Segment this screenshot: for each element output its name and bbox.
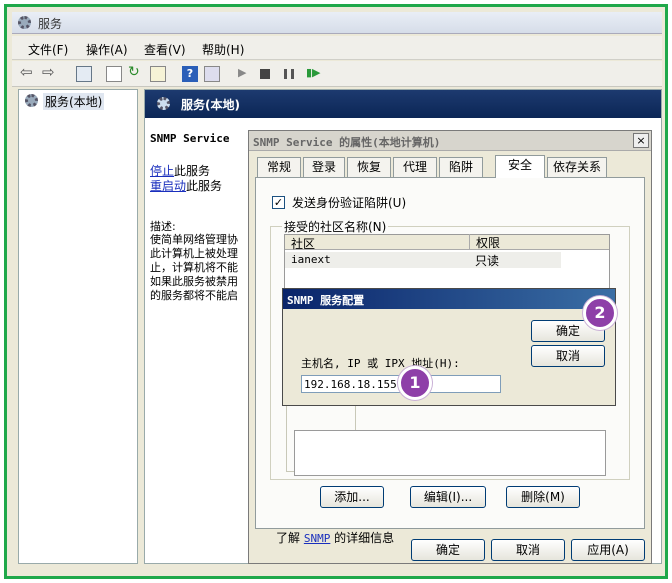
service-name: SNMP Service <box>150 132 230 145</box>
snmp-config-dialog: SNMP 服务配置 确定 取消 主机名, IP 或 IPX 地址(H): <box>282 288 616 406</box>
step-marker-1: 1 <box>398 366 432 400</box>
community-list[interactable]: 社区 权限 ianext 只读 <box>284 234 610 294</box>
ok-button[interactable]: 确定 <box>411 539 485 561</box>
row-rights: 只读 <box>475 254 500 268</box>
learn-suffix: 的详细信息 <box>334 531 395 545</box>
play-icon[interactable]: ▶ <box>238 66 254 82</box>
snmp-cancel-button[interactable]: 取消 <box>531 345 605 367</box>
snmp-config-title: SNMP 服务配置 <box>287 294 365 307</box>
window-titlebar: 服务 <box>12 12 662 34</box>
description-label: 描述: <box>150 220 176 233</box>
apply-button[interactable]: 应用(A) <box>571 539 645 561</box>
restart-icon[interactable]: ▮▶ <box>306 66 322 82</box>
tree-pane: 服务(本地) <box>18 89 138 564</box>
properties-title: SNMP Service 的属性(本地计算机) <box>253 136 441 149</box>
help-icon[interactable]: ? <box>182 66 198 82</box>
snmp-config-titlebar: SNMP 服务配置 <box>283 289 615 309</box>
host-label: 主机名, IP 或 IPX 地址(H): <box>301 357 460 370</box>
tab-traps[interactable]: 陷阱 <box>439 157 483 177</box>
stop-icon[interactable] <box>260 69 270 79</box>
menu-file[interactable]: 文件(F) <box>28 41 68 58</box>
snmp-link[interactable]: SNMP <box>304 532 331 545</box>
restart-link[interactable]: 重启动 <box>150 179 186 193</box>
edit-button[interactable]: 编辑(I)... <box>410 486 486 508</box>
properties-icon[interactable] <box>106 66 122 82</box>
community-group-label: 接受的社区名称(N) <box>282 218 389 235</box>
table-row[interactable]: ianext 只读 <box>285 252 561 268</box>
list-header: 社区 权限 <box>285 234 609 252</box>
close-button[interactable]: × <box>633 133 649 148</box>
learn-more-line: 了解 SNMP 的详细信息 <box>276 529 394 546</box>
column-community[interactable]: 社区 <box>291 235 315 252</box>
stop-link[interactable]: 停止 <box>150 164 174 178</box>
pause-icon[interactable] <box>284 69 294 79</box>
menu-view[interactable]: 查看(V) <box>144 41 186 58</box>
window-title: 服务 <box>38 17 63 31</box>
tab-security[interactable]: 安全 <box>495 155 545 178</box>
details-banner: 服务(本地) <box>145 90 661 118</box>
tab-logon[interactable]: 登录 <box>303 157 345 177</box>
console-tree-icon[interactable] <box>76 66 92 82</box>
tab-agent[interactable]: 代理 <box>393 157 437 177</box>
cancel-button[interactable]: 取消 <box>491 539 565 561</box>
gear-icon <box>25 94 38 107</box>
menu-help[interactable]: 帮助(H) <box>202 41 244 58</box>
tree-root-item[interactable]: 服务(本地) <box>43 93 105 110</box>
restart-suffix: 此服务 <box>186 179 223 193</box>
column-rights[interactable]: 权限 <box>469 234 500 250</box>
properties-titlebar: SNMP Service 的属性(本地计算机) × <box>249 131 651 151</box>
add-button[interactable]: 添加... <box>320 486 384 508</box>
menu-bar: 文件(F) 操作(A) 查看(V) 帮助(H) <box>12 36 662 60</box>
hosts-list[interactable] <box>294 430 606 476</box>
tab-recovery[interactable]: 恢复 <box>347 157 391 177</box>
forward-arrow-icon[interactable]: ⇨ <box>42 63 58 81</box>
menu-action[interactable]: 操作(A) <box>86 41 128 58</box>
toolbar: ⇦ ⇨ ↻ ? ▶ ▮▶ <box>12 61 662 87</box>
gear-icon <box>18 16 31 29</box>
window-icon[interactable] <box>204 66 220 82</box>
remove-button[interactable]: 删除(M) <box>506 486 580 508</box>
restart-line: 重启动此服务 <box>150 177 222 194</box>
step-marker-2: 2 <box>583 296 617 330</box>
send-trap-label: 发送身份验证陷阱(U) <box>292 196 407 210</box>
stop-suffix: 此服务 <box>174 164 211 178</box>
row-community: ianext <box>291 253 331 266</box>
back-arrow-icon[interactable]: ⇦ <box>20 63 36 81</box>
learn-prefix: 了解 <box>276 531 301 545</box>
description-text: 使简单网络管理协此计算机上被处理止，计算机将不能如果此服务被禁用的服务都将不能启 <box>150 233 238 302</box>
banner-title: 服务(本地) <box>181 98 240 112</box>
tab-dependencies[interactable]: 依存关系 <box>547 157 607 177</box>
tab-general[interactable]: 常规 <box>257 157 301 177</box>
send-trap-checkbox[interactable]: ✓ <box>272 196 285 209</box>
export-icon[interactable] <box>150 66 166 82</box>
gear-icon <box>157 97 170 110</box>
refresh-icon[interactable]: ↻ <box>128 64 144 80</box>
